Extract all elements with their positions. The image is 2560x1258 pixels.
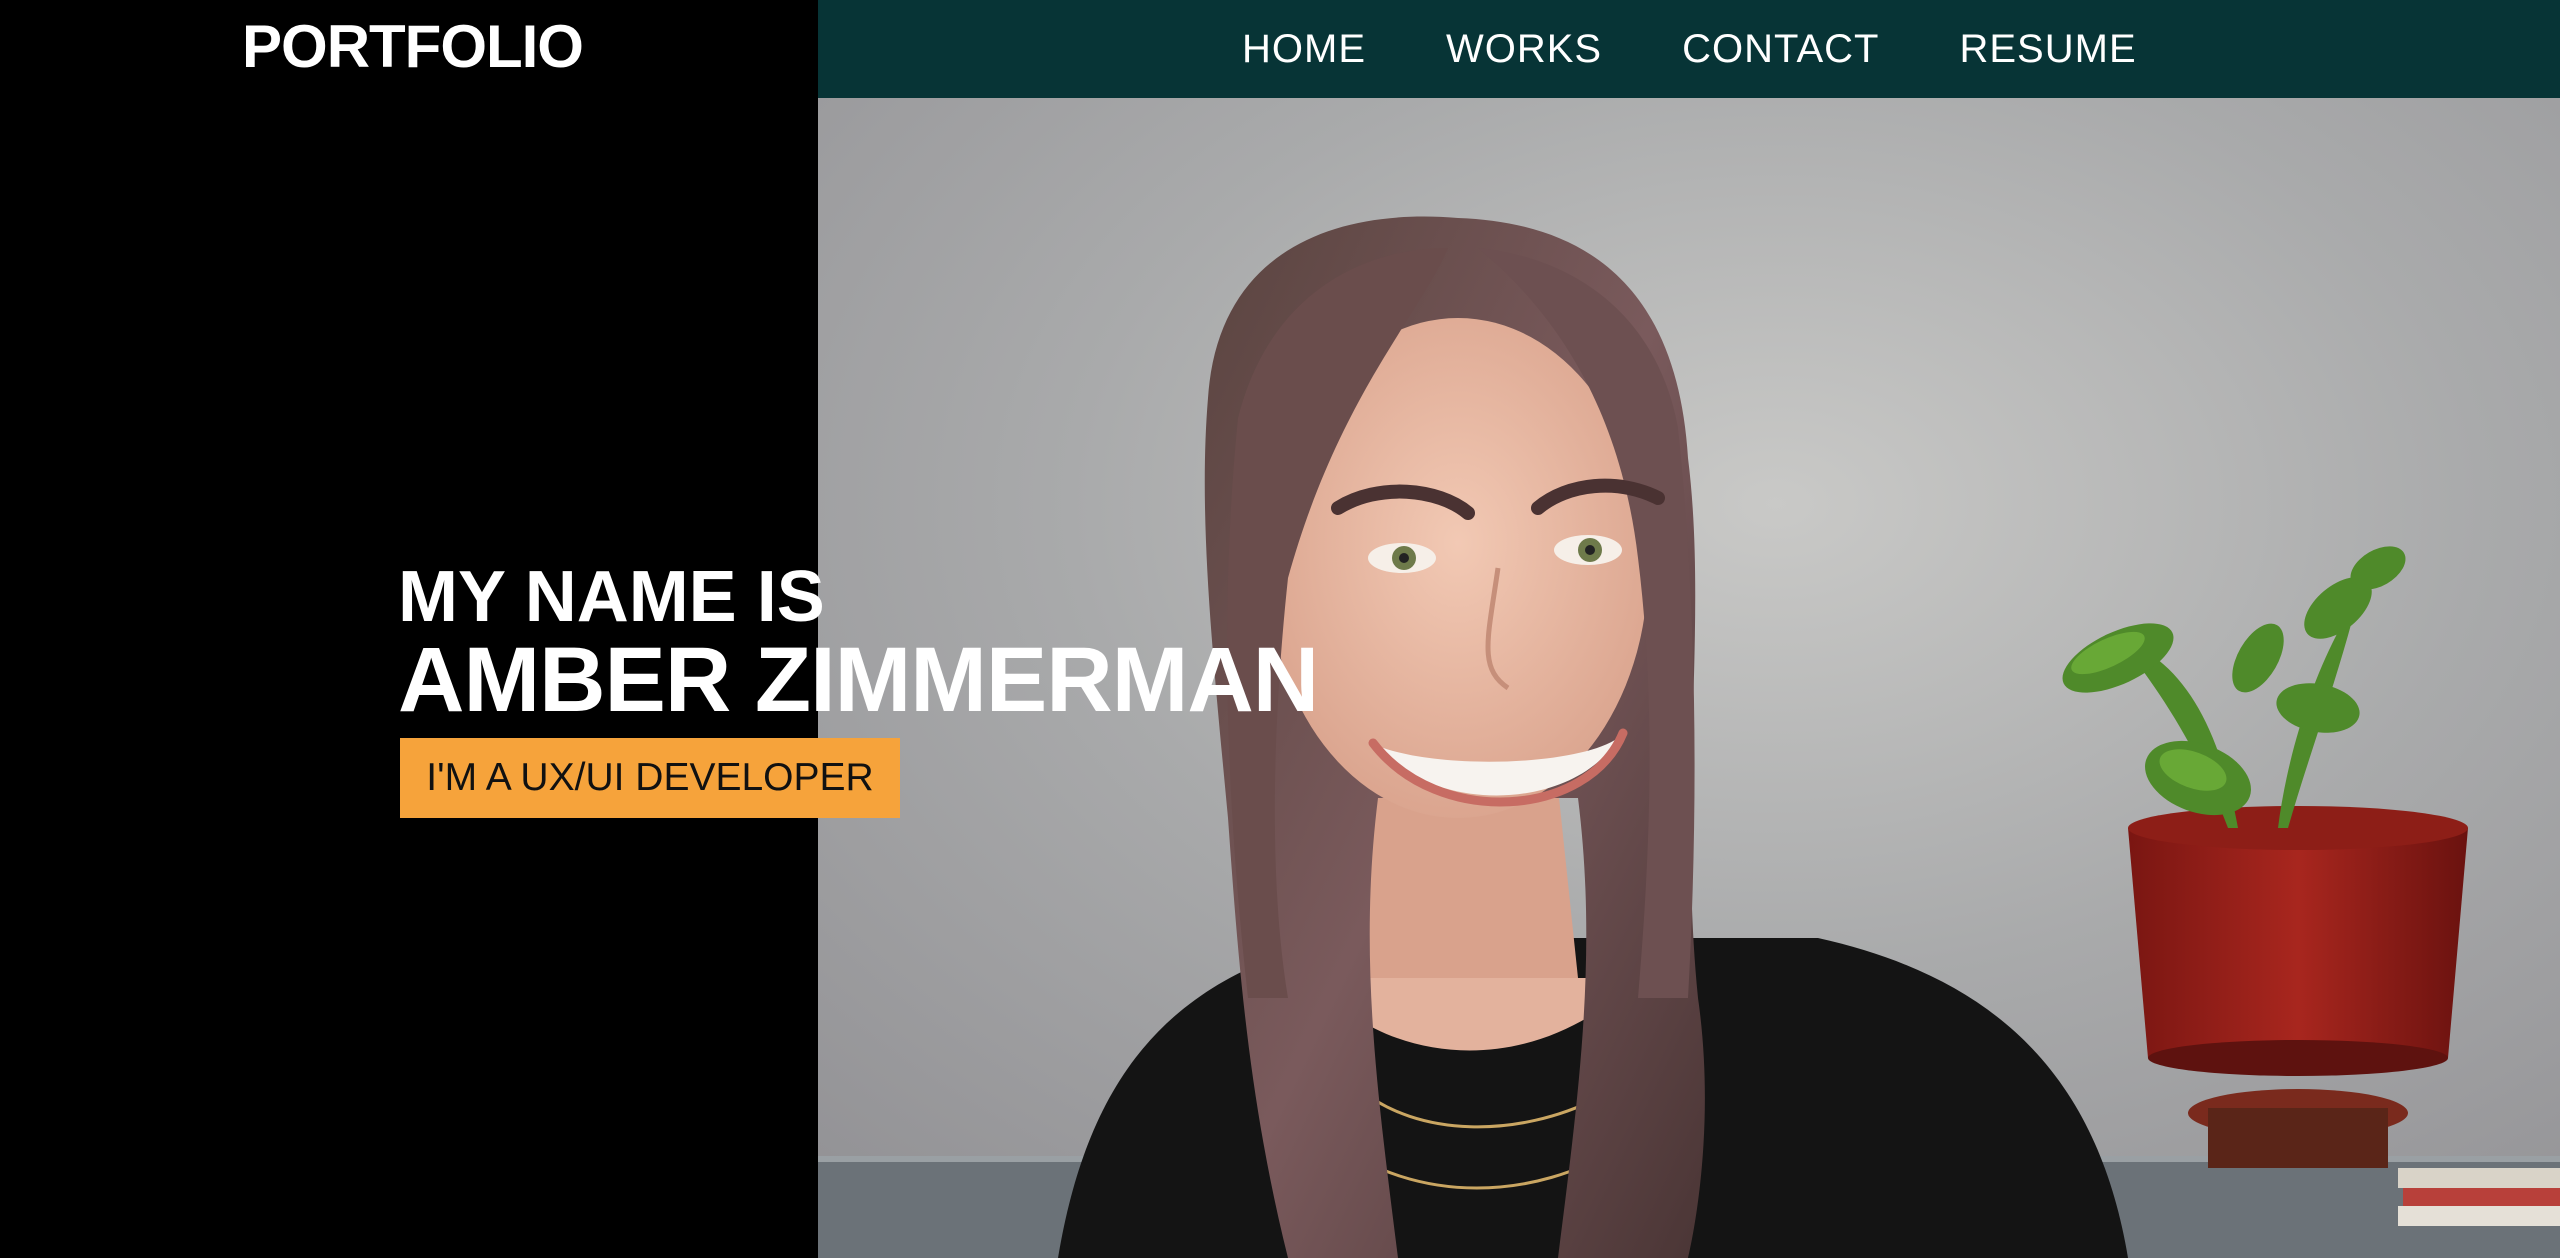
site-logo[interactable]: PORTFOLIO <box>242 14 584 80</box>
main-navigation: HOME WORKS CONTACT RESUME <box>1242 0 2137 98</box>
hero-intro-text: MY NAME IS <box>398 557 825 637</box>
hero-role-badge: I'M A UX/UI DEVELOPER <box>400 738 900 818</box>
portfolio-page: PORTFOLIO HOME WORKS CONTACT RESUME MY N… <box>0 0 2560 1258</box>
nav-link-contact[interactable]: CONTACT <box>1682 27 1879 72</box>
nav-link-works[interactable]: WORKS <box>1446 27 1602 72</box>
nav-link-home[interactable]: HOME <box>1242 27 1366 72</box>
hero-name-heading: AMBER ZIMMERMAN <box>398 629 1319 731</box>
nav-link-resume[interactable]: RESUME <box>1959 27 2136 72</box>
